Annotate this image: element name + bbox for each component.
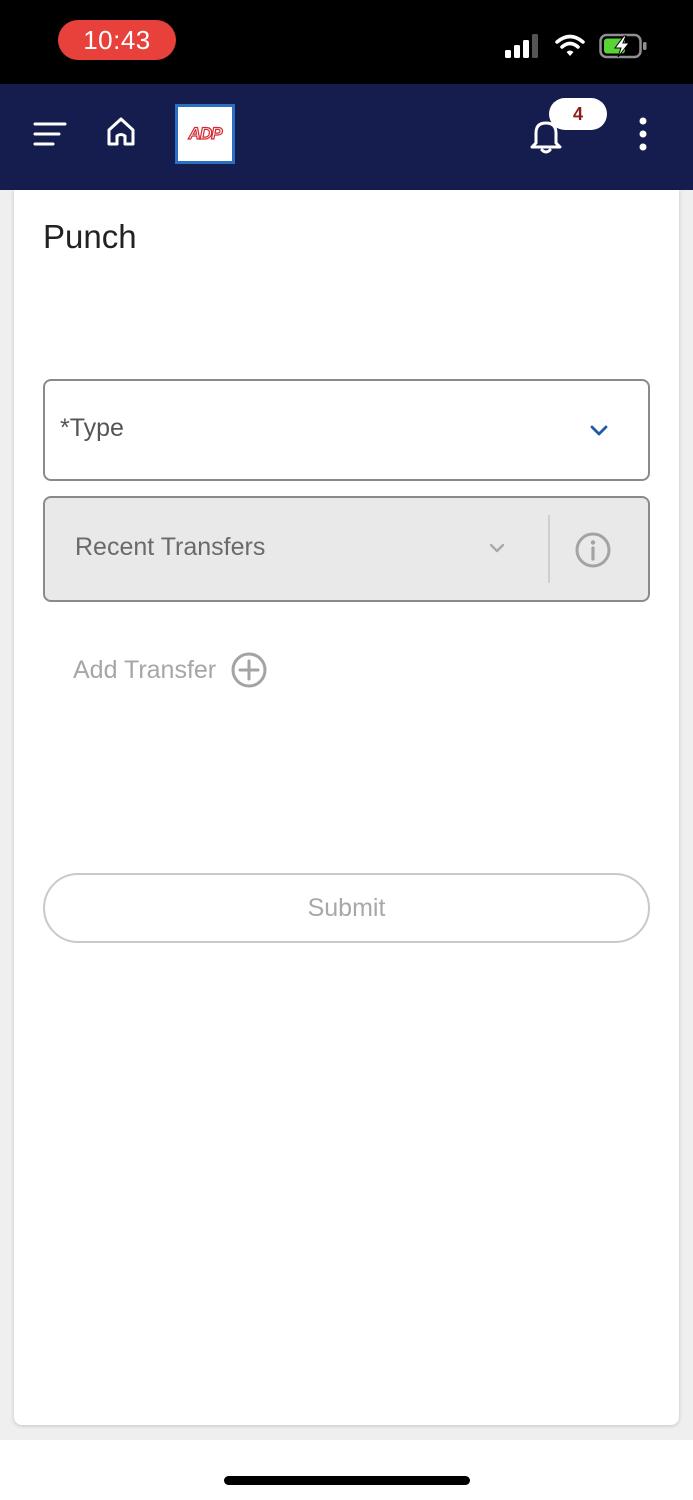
chevron-down-icon [590, 425, 608, 436]
recent-transfers-label: Recent Transfers [75, 533, 266, 561]
recent-transfers-select[interactable]: Recent Transfers [43, 496, 650, 602]
punch-card: Punch *Type Recent Transfers Add Transfe… [14, 190, 679, 1425]
plus-circle-icon [231, 652, 267, 688]
chevron-down-icon [489, 543, 505, 553]
add-transfer-button[interactable]: Add Transfer [73, 650, 268, 690]
wifi-icon [555, 34, 585, 56]
submit-button[interactable]: Submit [43, 873, 650, 943]
bottom-area [0, 1440, 693, 1500]
home-indicator[interactable] [224, 1476, 470, 1485]
status-icons [505, 30, 649, 62]
info-icon[interactable] [574, 531, 612, 569]
logo-text: ADP [188, 123, 223, 143]
menu-button[interactable] [30, 114, 70, 154]
type-select-label: *Type [60, 414, 124, 442]
status-time: 10:43 [58, 20, 176, 60]
add-transfer-label: Add Transfer [73, 655, 217, 684]
notification-badge[interactable]: 4 [549, 98, 607, 130]
app-header: ADP 4 [0, 84, 693, 190]
divider [548, 515, 550, 583]
page-title: Punch [43, 218, 137, 255]
adp-logo[interactable]: ADP [175, 104, 235, 164]
menu-icon [33, 122, 67, 146]
home-icon [107, 117, 135, 146]
type-select[interactable]: *Type [43, 379, 650, 481]
cellular-signal-icon [505, 34, 538, 58]
battery-charging-icon [599, 33, 647, 59]
more-vertical-icon [639, 117, 647, 151]
status-bar: 10:43 [0, 0, 693, 84]
home-button[interactable] [100, 111, 142, 153]
more-options-button[interactable] [628, 112, 658, 156]
